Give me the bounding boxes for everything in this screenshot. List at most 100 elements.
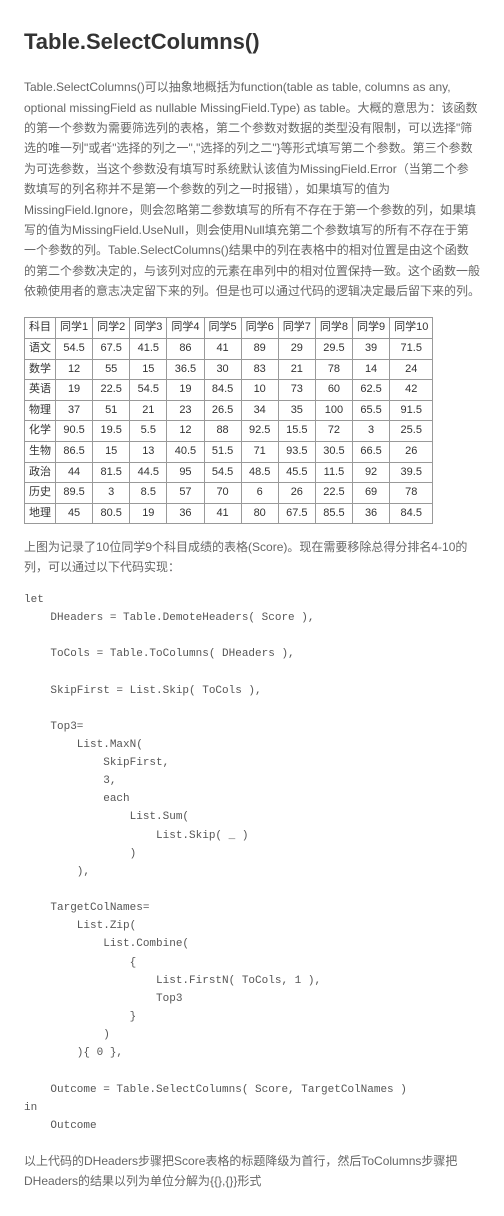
table-row: 化学90.519.55.5128892.515.572325.5 (25, 421, 433, 442)
table-cell: 37 (56, 400, 93, 421)
table-cell: 45 (56, 503, 93, 524)
table-cell: 26.5 (204, 400, 241, 421)
table-cell: 39.5 (390, 462, 433, 483)
table-cell: 22.5 (93, 380, 130, 401)
table-cell: 71 (241, 442, 278, 463)
table-cell: 23 (167, 400, 204, 421)
footer-note: 以上代码的DHeaders步骤把Score表格的标题降级为首行，然后ToColu… (24, 1151, 480, 1192)
table-cell: 35 (278, 400, 315, 421)
table-row: 政治4481.544.59554.548.545.511.59239.5 (25, 462, 433, 483)
table-cell: 34 (241, 400, 278, 421)
table-cell: 44.5 (130, 462, 167, 483)
table-header-cell: 同学10 (390, 318, 433, 339)
table-cell: 12 (56, 359, 93, 380)
table-cell: 3 (353, 421, 390, 442)
table-header-cell: 同学9 (353, 318, 390, 339)
table-header-cell: 同学1 (56, 318, 93, 339)
table-cell: 48.5 (241, 462, 278, 483)
table-header-cell: 同学6 (241, 318, 278, 339)
table-cell: 26 (390, 442, 433, 463)
table-cell: 84.5 (204, 380, 241, 401)
intro-text: Table.SelectColumns()可以抽象地概括为function(ta… (24, 77, 480, 301)
table-cell: 15.5 (278, 421, 315, 442)
table-cell: 30.5 (315, 442, 352, 463)
table-cell: 73 (278, 380, 315, 401)
table-cell: 41 (204, 503, 241, 524)
table-cell: 71.5 (390, 339, 433, 360)
table-cell: 19 (56, 380, 93, 401)
table-header-cell: 同学5 (204, 318, 241, 339)
table-cell: 11.5 (315, 462, 352, 483)
table-row: 数学12551536.5308321781424 (25, 359, 433, 380)
table-cell: 10 (241, 380, 278, 401)
page-title: Table.SelectColumns() (24, 24, 480, 59)
table-cell: 英语 (25, 380, 56, 401)
table-row: 历史89.538.5577062622.56978 (25, 483, 433, 504)
table-cell: 19 (130, 503, 167, 524)
table-cell: 44 (56, 462, 93, 483)
table-cell: 80 (241, 503, 278, 524)
table-cell: 29 (278, 339, 315, 360)
table-cell: 6 (241, 483, 278, 504)
score-table: 科目同学1同学2同学3同学4同学5同学6同学7同学8同学9同学10 语文54.5… (24, 317, 433, 524)
table-cell: 67.5 (278, 503, 315, 524)
table-cell: 化学 (25, 421, 56, 442)
table-cell: 19 (167, 380, 204, 401)
table-cell: 21 (130, 400, 167, 421)
table-cell: 5.5 (130, 421, 167, 442)
table-cell: 29.5 (315, 339, 352, 360)
table-cell: 81.5 (93, 462, 130, 483)
table-cell: 3 (93, 483, 130, 504)
table-cell: 78 (390, 483, 433, 504)
table-header-cell: 同学8 (315, 318, 352, 339)
table-cell: 40.5 (167, 442, 204, 463)
table-cell: 25.5 (390, 421, 433, 442)
table-cell: 54.5 (130, 380, 167, 401)
table-cell: 93.5 (278, 442, 315, 463)
table-row: 地理4580.51936418067.585.53684.5 (25, 503, 433, 524)
table-cell: 54.5 (204, 462, 241, 483)
table-cell: 物理 (25, 400, 56, 421)
table-cell: 89.5 (56, 483, 93, 504)
table-cell: 85.5 (315, 503, 352, 524)
table-cell: 13 (130, 442, 167, 463)
table-cell: 55 (93, 359, 130, 380)
table-cell: 36 (353, 503, 390, 524)
table-cell: 65.5 (353, 400, 390, 421)
table-cell: 41 (204, 339, 241, 360)
table-cell: 45.5 (278, 462, 315, 483)
table-cell: 26 (278, 483, 315, 504)
table-cell: 78 (315, 359, 352, 380)
table-cell: 92.5 (241, 421, 278, 442)
table-cell: 67.5 (93, 339, 130, 360)
table-cell: 91.5 (390, 400, 433, 421)
table-cell: 90.5 (56, 421, 93, 442)
table-cell: 24 (390, 359, 433, 380)
table-cell: 历史 (25, 483, 56, 504)
table-cell: 21 (278, 359, 315, 380)
table-cell: 70 (204, 483, 241, 504)
table-cell: 100 (315, 400, 352, 421)
table-row: 语文54.567.541.58641892929.53971.5 (25, 339, 433, 360)
table-cell: 19.5 (93, 421, 130, 442)
table-header-cell: 同学7 (278, 318, 315, 339)
table-cell: 80.5 (93, 503, 130, 524)
table-cell: 69 (353, 483, 390, 504)
table-header-cell: 同学3 (130, 318, 167, 339)
table-cell: 39 (353, 339, 390, 360)
table-cell: 83 (241, 359, 278, 380)
table-cell: 51.5 (204, 442, 241, 463)
table-cell: 15 (130, 359, 167, 380)
table-cell: 语文 (25, 339, 56, 360)
table-cell: 生物 (25, 442, 56, 463)
intro-paragraph: Table.SelectColumns()可以抽象地概括为function(ta… (24, 77, 480, 301)
table-cell: 15 (93, 442, 130, 463)
table-cell: 92 (353, 462, 390, 483)
table-row: 物理3751212326.5343510065.591.5 (25, 400, 433, 421)
table-header-cell: 科目 (25, 318, 56, 339)
table-cell: 89 (241, 339, 278, 360)
table-cell: 95 (167, 462, 204, 483)
table-cell: 政治 (25, 462, 56, 483)
table-cell: 86.5 (56, 442, 93, 463)
table-cell: 12 (167, 421, 204, 442)
